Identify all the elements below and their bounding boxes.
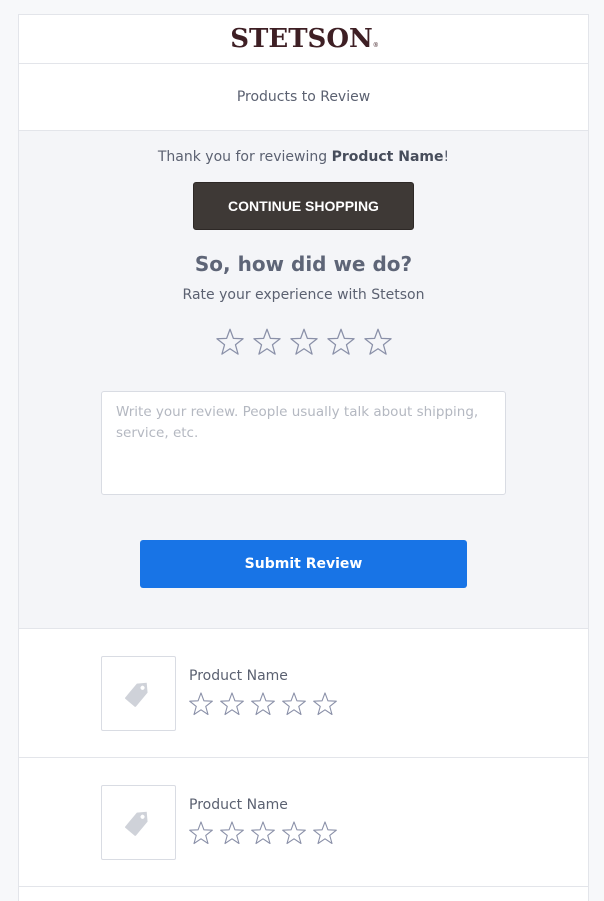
product-row: Product Name: [19, 629, 588, 758]
star-outline-icon[interactable]: [326, 327, 356, 357]
product-rating-stars: [188, 691, 338, 717]
star-outline-icon[interactable]: [252, 327, 282, 357]
logo-bar: STETSON ®: [19, 15, 588, 64]
product-thumbnail[interactable]: [101, 656, 176, 731]
star-outline-icon[interactable]: [312, 691, 338, 717]
thanks-prefix: Thank you for reviewing: [157, 149, 332, 165]
star-outline-icon[interactable]: [219, 691, 245, 717]
star-outline-icon[interactable]: [281, 820, 307, 846]
product-name: Product Name: [189, 797, 288, 813]
product-name: Product Name: [189, 668, 288, 684]
star-outline-icon[interactable]: [188, 691, 214, 717]
logo-text: STETSON: [230, 24, 373, 54]
submit-review-label: Submit Review: [244, 556, 363, 572]
stetson-logo[interactable]: STETSON ®: [230, 24, 379, 54]
star-outline-icon[interactable]: [289, 327, 319, 357]
logo-registered-mark: ®: [372, 42, 379, 49]
star-outline-icon[interactable]: [363, 327, 393, 357]
star-outline-icon[interactable]: [215, 327, 245, 357]
submit-review-button[interactable]: Submit Review: [140, 540, 467, 588]
review-card: STETSON ® Products to Review Thank you fo…: [18, 14, 589, 901]
price-tag-icon: [121, 674, 157, 714]
star-outline-icon[interactable]: [250, 691, 276, 717]
continue-shopping-label: CONTINUE SHOPPING: [228, 198, 379, 214]
section-title-text: Products to Review: [236, 89, 371, 105]
thanks-product-name: Product Name: [331, 149, 444, 165]
star-outline-icon[interactable]: [188, 820, 214, 846]
star-outline-icon[interactable]: [250, 820, 276, 846]
product-row: Product Name: [19, 758, 588, 887]
thanks-message: Thank you for reviewing Product Name!: [19, 149, 588, 165]
store-rating-stars: [19, 327, 588, 357]
thanks-suffix: !: [443, 149, 450, 165]
continue-shopping-button[interactable]: CONTINUE SHOPPING: [193, 182, 414, 230]
star-outline-icon[interactable]: [281, 691, 307, 717]
star-outline-icon[interactable]: [312, 820, 338, 846]
rate-prompt: Rate your experience with Stetson: [182, 287, 425, 303]
price-tag-icon: [121, 803, 157, 843]
rating-question: So, how did we do?: [194, 252, 413, 276]
product-thumbnail[interactable]: [101, 785, 176, 860]
hero-section: Thank you for reviewing Product Name! CO…: [19, 131, 588, 629]
section-title: Products to Review: [19, 64, 588, 131]
product-rating-stars: [188, 820, 338, 846]
star-outline-icon[interactable]: [219, 820, 245, 846]
review-textarea[interactable]: [101, 391, 506, 495]
